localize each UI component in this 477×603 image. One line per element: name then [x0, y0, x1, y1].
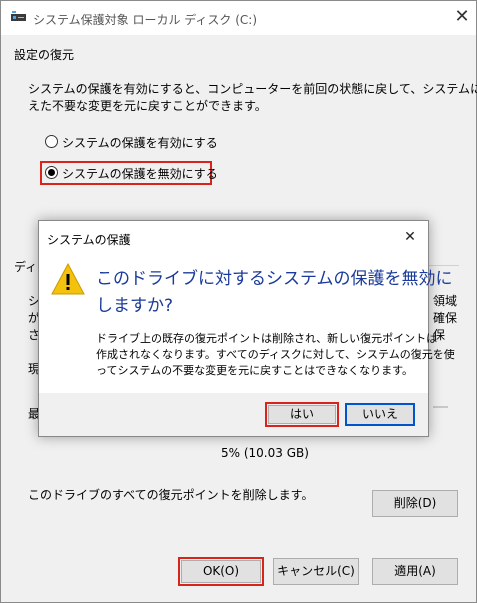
dialog-body-line1: ドライブ上の既存の復元ポイントは削除され、新しい復元ポイントは: [96, 332, 438, 345]
cancel-button[interactable]: キャンセル(C): [273, 558, 359, 585]
dialog-close-button[interactable]: ✕: [400, 227, 420, 247]
yes-button[interactable]: はい: [268, 405, 336, 424]
dialog-heading-line1: このドライブに対するシステムの保護を無効に: [96, 269, 453, 289]
max-usage-slider[interactable]: [433, 406, 448, 408]
restore-description-line2: えた不要な変更を元に戻すことができます。: [28, 99, 267, 113]
radio-enable-label: システムの保護を有効にする: [62, 136, 218, 150]
apply-button[interactable]: 適用(A): [372, 558, 458, 585]
radio-circle[interactable]: [45, 135, 58, 148]
restore-description-line1: システムの保護を有効にすると、コンピューターを前回の状態に戻して、システムに加: [28, 82, 477, 96]
window-title: システム保護対象 ローカル ディスク (C:): [33, 13, 258, 27]
disk-usage-label: ディ: [14, 260, 38, 274]
disk-usage-text-fragment-right-2: 確保: [433, 311, 458, 325]
usage-value: 5% (10.03 GB): [221, 446, 309, 460]
radio-circle-selected[interactable]: [45, 166, 58, 179]
title-bar: システム保護対象 ローカル ディスク (C:) ✕: [1, 1, 476, 35]
no-button[interactable]: いいえ: [345, 403, 415, 426]
delete-button[interactable]: 削除(D): [372, 490, 458, 517]
dialog-body-line2: 作成されなくなります。すべてのディスクに対して、システムの復元を使: [96, 348, 455, 361]
radio-enable-protection[interactable]: システムの保護を有効にする: [45, 134, 225, 150]
disk-usage-text-fragment-right-1: 領域: [433, 294, 458, 308]
restore-settings-label: 設定の復元: [14, 48, 75, 62]
radio-disable-protection[interactable]: システムの保護を無効にする: [45, 165, 218, 181]
drive-icon: [11, 11, 26, 21]
ok-button[interactable]: OK(O): [181, 560, 261, 583]
warning-icon: [51, 263, 85, 295]
dialog-title: システムの保護: [47, 233, 131, 247]
dialog-footer: はい いいえ: [39, 393, 428, 436]
close-button[interactable]: ✕: [450, 5, 474, 29]
dialog-body-line3: ってシステムの不要な変更を元に戻すことはできなくなります。: [96, 364, 414, 377]
radio-disable-label: システムの保護を無効にする: [62, 167, 218, 181]
confirm-dialog: システムの保護 ✕ このドライブに対するシステムの保護を無効に しますか? ドラ…: [38, 220, 455, 437]
dialog-heading-line2: しますか?: [96, 296, 174, 316]
delete-description: このドライブのすべての復元ポイントを削除します。: [28, 488, 314, 502]
